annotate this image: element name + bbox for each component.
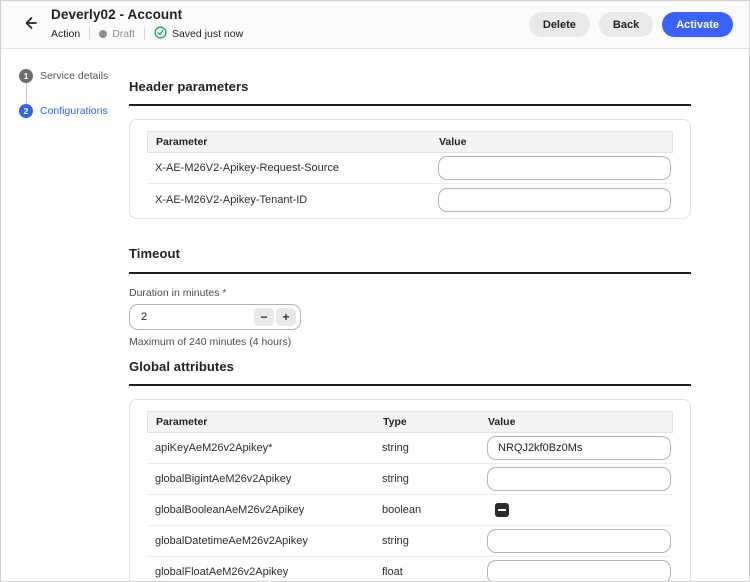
duration-label: Duration in minutes * — [129, 287, 691, 299]
parameter-name: globalBigintAeM26v2Apikey — [147, 473, 374, 485]
value-input[interactable] — [438, 188, 671, 212]
header-parameters-card: Parameter Value X-AE-M26V2-Apikey-Reques… — [129, 119, 691, 219]
table-row: apiKeyAeM26v2Apikey*string — [147, 433, 673, 464]
topbar: Deverly02 - Account Action Draft Saved j… — [1, 1, 749, 49]
value-input[interactable] — [487, 529, 671, 553]
parameter-name: apiKeyAeM26v2Apikey* — [147, 442, 374, 454]
column-header-type: Type — [375, 416, 480, 428]
value-cell — [430, 188, 673, 212]
duration-stepper[interactable]: 2 − + — [129, 304, 301, 330]
duration-helper-text: Maximum of 240 minutes (4 hours) — [129, 336, 691, 348]
table-row: globalBooleanAeM26v2Apikeyboolean — [147, 495, 673, 526]
column-header-parameter: Parameter — [148, 416, 375, 428]
column-header-value: Value — [431, 136, 672, 148]
header-parameters-table: Parameter Value X-AE-M26V2-Apikey-Reques… — [147, 131, 673, 215]
header-parameters-title: Header parameters — [129, 80, 691, 94]
divider — [144, 27, 145, 40]
parameter-name: globalBooleanAeM26v2Apikey — [147, 504, 374, 516]
timeout-title: Timeout — [129, 247, 691, 261]
value-input[interactable] — [487, 436, 671, 460]
section-rule — [129, 384, 691, 386]
global-attributes-title: Global attributes — [129, 360, 691, 374]
subtitle-row: Action Draft Saved just now — [51, 26, 243, 42]
back-arrow-button[interactable] — [17, 12, 43, 38]
value-input[interactable] — [487, 560, 671, 582]
main-content: Header parameters Parameter Value X-AE-M… — [129, 49, 691, 582]
boolean-checkbox-indeterminate[interactable] — [495, 503, 509, 517]
status-badge: Draft — [99, 28, 135, 40]
value-input[interactable] — [438, 156, 671, 180]
page-title: Deverly02 - Account — [51, 7, 243, 23]
object-type-label: Action — [51, 28, 80, 40]
activate-button[interactable]: Activate — [662, 12, 733, 37]
step-2-label: Configurations — [40, 105, 108, 117]
global-attributes-tbody: apiKeyAeM26v2Apikey*stringglobalBigintAe… — [147, 433, 673, 582]
topbar-actions: Delete Back Activate — [529, 12, 733, 37]
global-attributes-card: Parameter Type Value apiKeyAeM26v2Apikey… — [129, 399, 691, 582]
draft-dot-icon — [99, 30, 107, 38]
parameter-type: string — [374, 535, 479, 547]
increment-button[interactable]: + — [276, 308, 296, 326]
step-2-circle: 2 — [19, 104, 33, 118]
parameter-type: boolean — [374, 504, 479, 516]
check-circle-icon — [154, 26, 167, 42]
value-cell — [430, 156, 673, 180]
table-header-row: Parameter Type Value — [147, 411, 673, 433]
table-header-row: Parameter Value — [147, 131, 673, 153]
save-status: Saved just now — [154, 26, 243, 42]
parameter-type: string — [374, 442, 479, 454]
table-row: X-AE-M26V2-Apikey-Request-Source — [147, 153, 673, 184]
step-service-details[interactable]: 1 Service details — [19, 69, 129, 83]
section-rule — [129, 272, 691, 274]
step-1-circle: 1 — [19, 69, 33, 83]
column-header-parameter: Parameter — [148, 136, 431, 148]
duration-value[interactable]: 2 — [141, 311, 252, 323]
parameter-name: X-AE-M26V2-Apikey-Tenant-ID — [147, 194, 430, 206]
value-cell — [479, 467, 673, 491]
back-arrow-icon — [21, 14, 39, 35]
table-row: globalDatetimeAeM26v2Apikeystring — [147, 526, 673, 557]
value-cell — [479, 503, 673, 517]
divider — [89, 27, 90, 40]
step-1-label: Service details — [40, 70, 108, 82]
parameter-name: globalFloatAeM26v2Apikey — [147, 566, 374, 578]
decrement-button[interactable]: − — [254, 308, 274, 326]
steps-sidebar: 1 Service details 2 Configurations — [1, 49, 129, 118]
parameter-type: string — [374, 473, 479, 485]
value-cell — [479, 529, 673, 553]
global-attributes-table: Parameter Type Value apiKeyAeM26v2Apikey… — [147, 411, 673, 582]
section-rule — [129, 104, 691, 106]
step-connector — [26, 83, 27, 104]
parameter-name: X-AE-M26V2-Apikey-Request-Source — [147, 162, 430, 174]
table-row: X-AE-M26V2-Apikey-Tenant-ID — [147, 184, 673, 215]
parameter-type: float — [374, 566, 479, 578]
table-row: globalBigintAeM26v2Apikeystring — [147, 464, 673, 495]
header-parameters-tbody: X-AE-M26V2-Apikey-Request-Source X-AE-M26… — [147, 153, 673, 215]
column-header-value: Value — [480, 416, 672, 428]
table-row: globalFloatAeM26v2Apikeyfloat — [147, 557, 673, 582]
back-button[interactable]: Back — [599, 12, 653, 37]
value-cell — [479, 436, 673, 460]
delete-button[interactable]: Delete — [529, 12, 590, 37]
parameter-name: globalDatetimeAeM26v2Apikey — [147, 535, 374, 547]
value-input[interactable] — [487, 467, 671, 491]
title-block: Deverly02 - Account Action Draft Saved j… — [51, 7, 243, 42]
app-window: Deverly02 - Account Action Draft Saved j… — [0, 0, 750, 582]
value-cell — [479, 560, 673, 582]
step-configurations[interactable]: 2 Configurations — [19, 104, 129, 118]
